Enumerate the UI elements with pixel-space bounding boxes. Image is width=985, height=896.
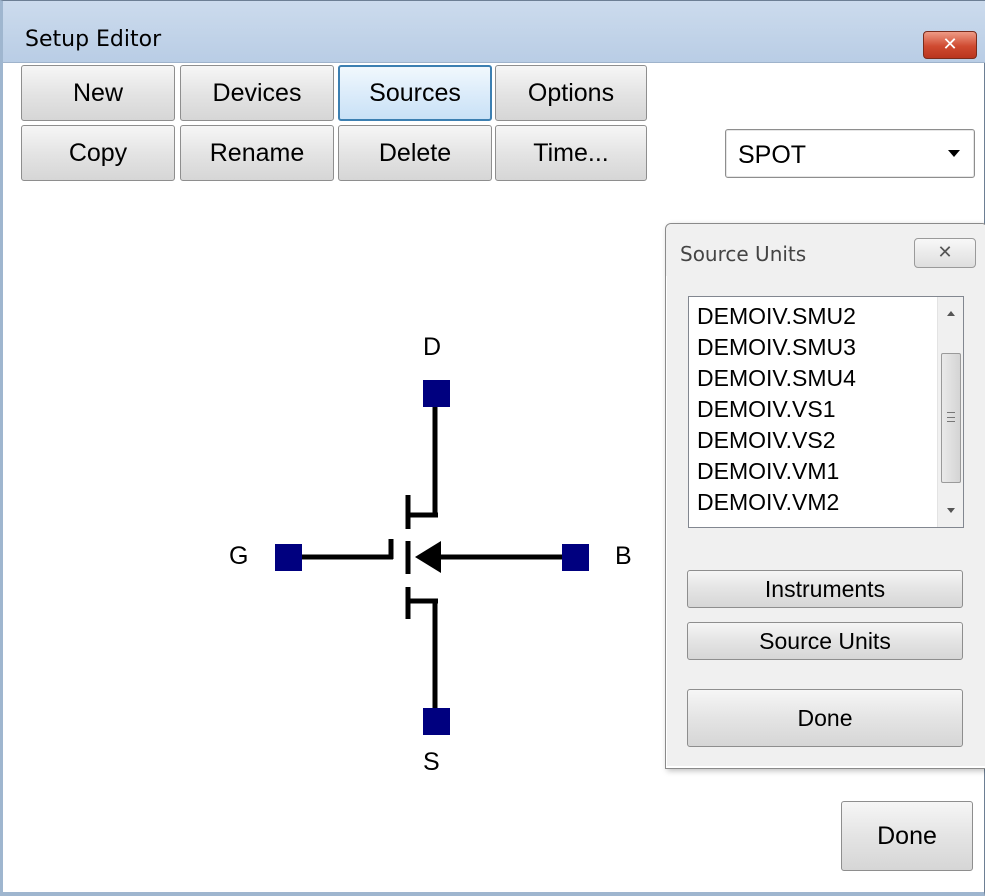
dialog-close-button[interactable]: ✕ [914,238,976,268]
chevron-down-icon [948,150,960,157]
scroll-thumb[interactable] [941,353,961,483]
bulk-arrow [415,541,441,573]
close-icon: ✕ [937,242,953,263]
instruments-button[interactable]: Instruments [687,570,963,608]
source-units-button[interactable]: Source Units [687,622,963,660]
source-label: S [423,748,440,776]
source-units-dialog: Source Units ✕ DEMOIV.SMU2 DEMOIV.SMU3 D… [665,223,985,769]
scroll-up-icon[interactable] [947,311,955,316]
grip-icon [947,412,955,422]
done-button[interactable]: Done [841,801,973,871]
gate-label: G [229,542,249,570]
gate-terminal[interactable] [275,544,302,571]
drain-terminal[interactable] [423,380,450,407]
mode-select[interactable]: SPOT [725,129,975,178]
list-item[interactable]: DEMOIV.SMU2 [697,303,856,330]
sources-button[interactable]: Sources [338,65,492,121]
bulk-terminal[interactable] [562,544,589,571]
setup-editor-window: Setup Editor ✕ New Devices Sources Optio… [0,0,985,896]
dialog-title-bar: Source Units ✕ [666,224,985,276]
list-item[interactable]: DEMOIV.VM2 [697,489,839,516]
drain-label: D [423,333,442,361]
source-terminal[interactable] [423,708,450,735]
close-button[interactable]: ✕ [923,31,977,59]
scroll-down-icon[interactable] [947,508,955,513]
title-bar: Setup Editor ✕ [3,1,985,63]
close-icon: ✕ [942,34,958,55]
list-scrollbar[interactable] [937,297,963,527]
copy-button[interactable]: Copy [21,125,175,181]
dialog-title: Source Units [680,242,807,266]
mode-select-value: SPOT [738,141,807,169]
options-button[interactable]: Options [495,65,647,121]
delete-button[interactable]: Delete [338,125,492,181]
new-button[interactable]: New [21,65,175,121]
list-item[interactable]: DEMOIV.VM1 [697,458,839,485]
devices-button[interactable]: Devices [180,65,334,121]
rename-button[interactable]: Rename [180,125,334,181]
list-item[interactable]: DEMOIV.SMU3 [697,334,856,361]
list-item[interactable]: DEMOIV.VS1 [697,396,835,423]
bulk-label: B [615,542,632,570]
time-button[interactable]: Time... [495,125,647,181]
list-item[interactable]: DEMOIV.VS2 [697,427,835,454]
window-title: Setup Editor [25,27,162,52]
list-item[interactable]: DEMOIV.SMU4 [697,365,856,392]
source-units-list[interactable]: DEMOIV.SMU2 DEMOIV.SMU3 DEMOIV.SMU4 DEMO… [688,296,964,528]
dialog-done-button[interactable]: Done [687,689,963,747]
